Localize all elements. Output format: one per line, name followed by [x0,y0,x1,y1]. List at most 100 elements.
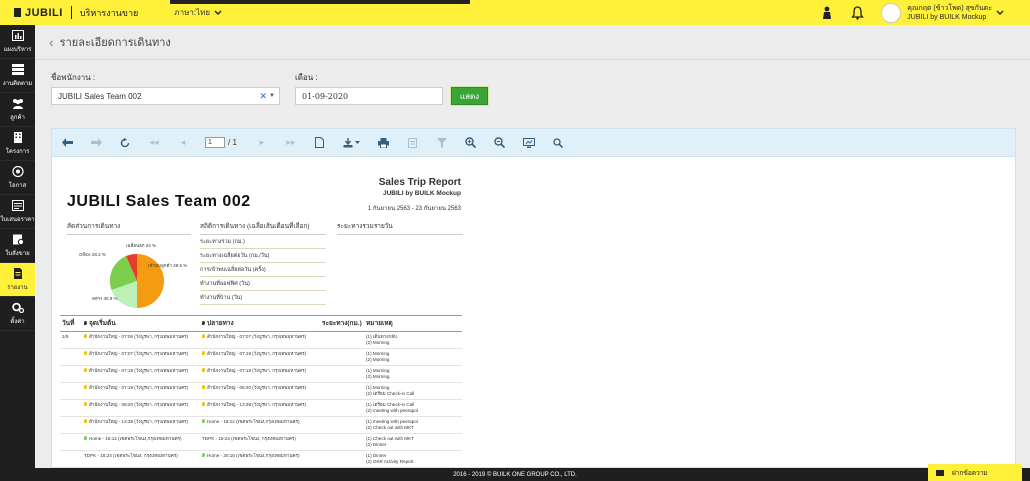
sidebar-item-opportunities[interactable]: โอกาส [0,161,35,195]
sidebar-item-customers[interactable]: ลูกค้า [0,93,35,127]
map-pin-icon [84,351,87,355]
show-button[interactable]: แสดง [451,87,488,105]
cell-start: สำนักงานใหญ่ - 07:07 (วังบูรพา, กรุงเทพม… [82,348,200,366]
report-company: JUBILI Sales Team 002 [67,193,251,210]
print-icon[interactable] [377,136,391,150]
sidebar-item-label: ใบสั่งขาย [5,250,30,257]
cell-start-text: สำนักงานใหญ่ - 07:07 (วังบูรพา, กรุงเทพม… [89,351,189,356]
zoom-out-icon[interactable] [493,136,507,150]
sidebar-item-settings[interactable]: ตั้งค่า [0,297,35,331]
settings-icon [11,302,24,313]
clear-icon[interactable]: ✕ [259,91,267,102]
leave-message-button[interactable]: ฝากข้อความ [928,464,1022,481]
customers-icon [12,98,23,109]
cell-distance [320,348,364,366]
fit-page-icon[interactable] [522,136,536,150]
document-icon[interactable] [313,136,327,150]
section-trip-ratio: สัดส่วนการเดินทาง [67,221,191,235]
table-row: สำนักงานใหญ่ - 07:07 (วังบูรพา, กรุงเทพม… [60,348,462,366]
sidebar-item-sales-orders[interactable]: ใบสั่งขาย [0,229,35,263]
sidebar-item-dashboard[interactable]: แผงบริหาร [0,25,35,59]
cell-start-text: สำนักงานใหญ่ - 08:20 (วังบูรพา, กรุงเทพม… [89,402,189,407]
back-arrow-icon[interactable] [60,136,74,150]
trip-table: วันที่ จุดเริ่มต้น ปลายทาง ระยะทาง(กม.) … [60,315,462,467]
cell-start: สำนักงานใหญ่ - 07:19 (วังบูรพา, กรุงเทพม… [82,365,200,383]
cell-distance [320,416,364,434]
report-date-range: 1 กันยายน 2563 - 23 กันยายน 2563 [367,206,461,212]
map-pin-icon [202,402,205,406]
refresh-icon[interactable] [118,136,132,150]
user-menu[interactable]: คุณกฤต (ข้าวโพด) สุขกันตะ JUBILI by BUIL… [881,2,1004,23]
cell-start: TDPK - 18:24 (เขตพระโขนง, กรุงเทพมหานคร) [82,450,200,467]
sales-order-icon [12,234,24,245]
cell-distance [320,433,364,451]
cell-note-line: (2) Morning [366,357,390,362]
col-distance: ระยะทาง(กม.) [320,315,364,332]
cell-start: สำนักงานใหญ่ - 08:20 (วังบูรพา, กรุงเทพม… [82,399,200,417]
sidebar-item-label: รายงาน [7,284,28,291]
cell-date [60,433,82,451]
cell-note-line: (2) OKR Activity Report [366,459,414,464]
cell-start: สำนักงานใหญ่ - 13:38 (วังบูรพา, กรุงเทพม… [82,416,200,434]
table-row: สำนักงานใหญ่ - 07:19 (วังบูรพา, กรุงเทพม… [60,382,462,400]
zoom-in-icon[interactable] [464,136,478,150]
map-pin-icon [84,402,87,406]
first-page-icon[interactable]: ◂◂ [147,136,161,150]
stat-avg-distance: ระยะทางเฉลี่ยต่อวัน (กม./วัน) [200,252,326,263]
map-pin-icon [84,436,87,440]
search-icon[interactable] [551,136,565,150]
sidebar-item-reports[interactable]: รายงาน [0,263,35,297]
caret-down-icon[interactable]: ▼ [269,93,275,99]
pie-label-other: เฉลี่ยนอก 24 % [126,243,157,248]
cell-start: สำนักงานใหญ่ - 07:19 (วังบูรพา, กรุงเทพม… [82,382,200,400]
page-number-input[interactable]: 1 [205,137,225,148]
previous-page-icon[interactable]: ◂ [176,136,190,150]
layout-icon[interactable] [406,136,420,150]
cell-end: สำนักงานใหญ่ - 13:38 (วังบูรพา, กรุงเทพม… [200,399,320,417]
cell-date: 1/9 [60,331,82,349]
filter-icon[interactable] [435,136,449,150]
report-subtitle: JUBILI by BUILK Mockup [382,190,461,197]
report-title: Sales Trip Report [378,177,461,188]
trip-table-header: วันที่ จุดเริ่มต้น ปลายทาง ระยะทาง(กม.) … [60,315,462,332]
section-trip-stats: สถิติการเดินทาง (เฉลี่ยเส้นเดือนที่เลือก… [200,221,326,235]
sidebar-item-projects[interactable]: โครงการ [0,127,35,161]
target-icon [11,165,24,177]
map-pin-icon [84,419,87,423]
cell-date [60,382,82,400]
stat-home-days: ทำงานที่บ้าน (วัน) [200,294,326,305]
cell-note-line: (2) Check out with MKT [366,425,414,430]
report-toolbar: ◂◂ ◂ 1 / 1 ▸ ▸▸ [52,129,1015,157]
language-label: ภาษา:ไทย [174,8,211,17]
logo-mark-icon [14,8,21,17]
logo-divider [70,6,72,19]
last-page-icon[interactable]: ▸▸ [284,136,298,150]
check-in-person-icon[interactable] [817,3,837,23]
notification-bell-icon[interactable] [847,3,867,23]
export-icon[interactable] [342,136,362,150]
user-name: คุณกฤต (ข้าวโพด) สุขกันตะ [907,4,992,12]
brand-logo[interactable]: JUBILI [14,7,63,19]
bar-chart-icon [11,29,24,41]
col-start: จุดเริ่มต้น [82,315,200,332]
map-pin-icon [202,419,205,423]
employee-select[interactable]: JUBILI Sales Team 002 ✕ ▼ [51,87,280,105]
sidebar-item-quotations[interactable]: ใบเสนอราคา [0,195,35,229]
cell-note: (1) เดินทางกลับ (2) Morning [364,331,462,349]
month-date-input[interactable]: 01-09-2020 [295,87,443,105]
stat-total-distance: ระยะทางรวม (กม.) [200,238,326,249]
cell-end-text: สำนักงานใหญ่ - 13:38 (วังบูรพา, กรุงเทพม… [207,402,307,407]
table-row: สำนักงานใหญ่ - 08:20 (วังบูรพา, กรุงเทพม… [60,399,462,417]
sidebar-item-label: ใบเสนอราคา [0,216,35,223]
language-selector[interactable]: ภาษา:ไทย [174,6,222,19]
cell-distance [320,365,364,383]
back-chevron-icon[interactable]: ‹ [49,34,54,50]
top-menu-sales[interactable]: บริหารงานขาย [80,6,138,20]
sidebar: แผงบริหาร งานติดตาม ลูกค้า โครงการ โอกาส… [0,25,35,481]
next-page-icon[interactable]: ▸ [255,136,269,150]
forward-arrow-icon[interactable] [89,136,103,150]
stat-office-days: ทำงานที่ออฟฟิศ (วัน) [200,280,326,291]
page-total: / 1 [228,138,237,147]
cell-end: สำนักงานใหญ่ - 08:20 (วังบูรพา, กรุงเทพม… [200,382,320,400]
sidebar-item-tasks[interactable]: งานติดตาม [0,59,35,93]
